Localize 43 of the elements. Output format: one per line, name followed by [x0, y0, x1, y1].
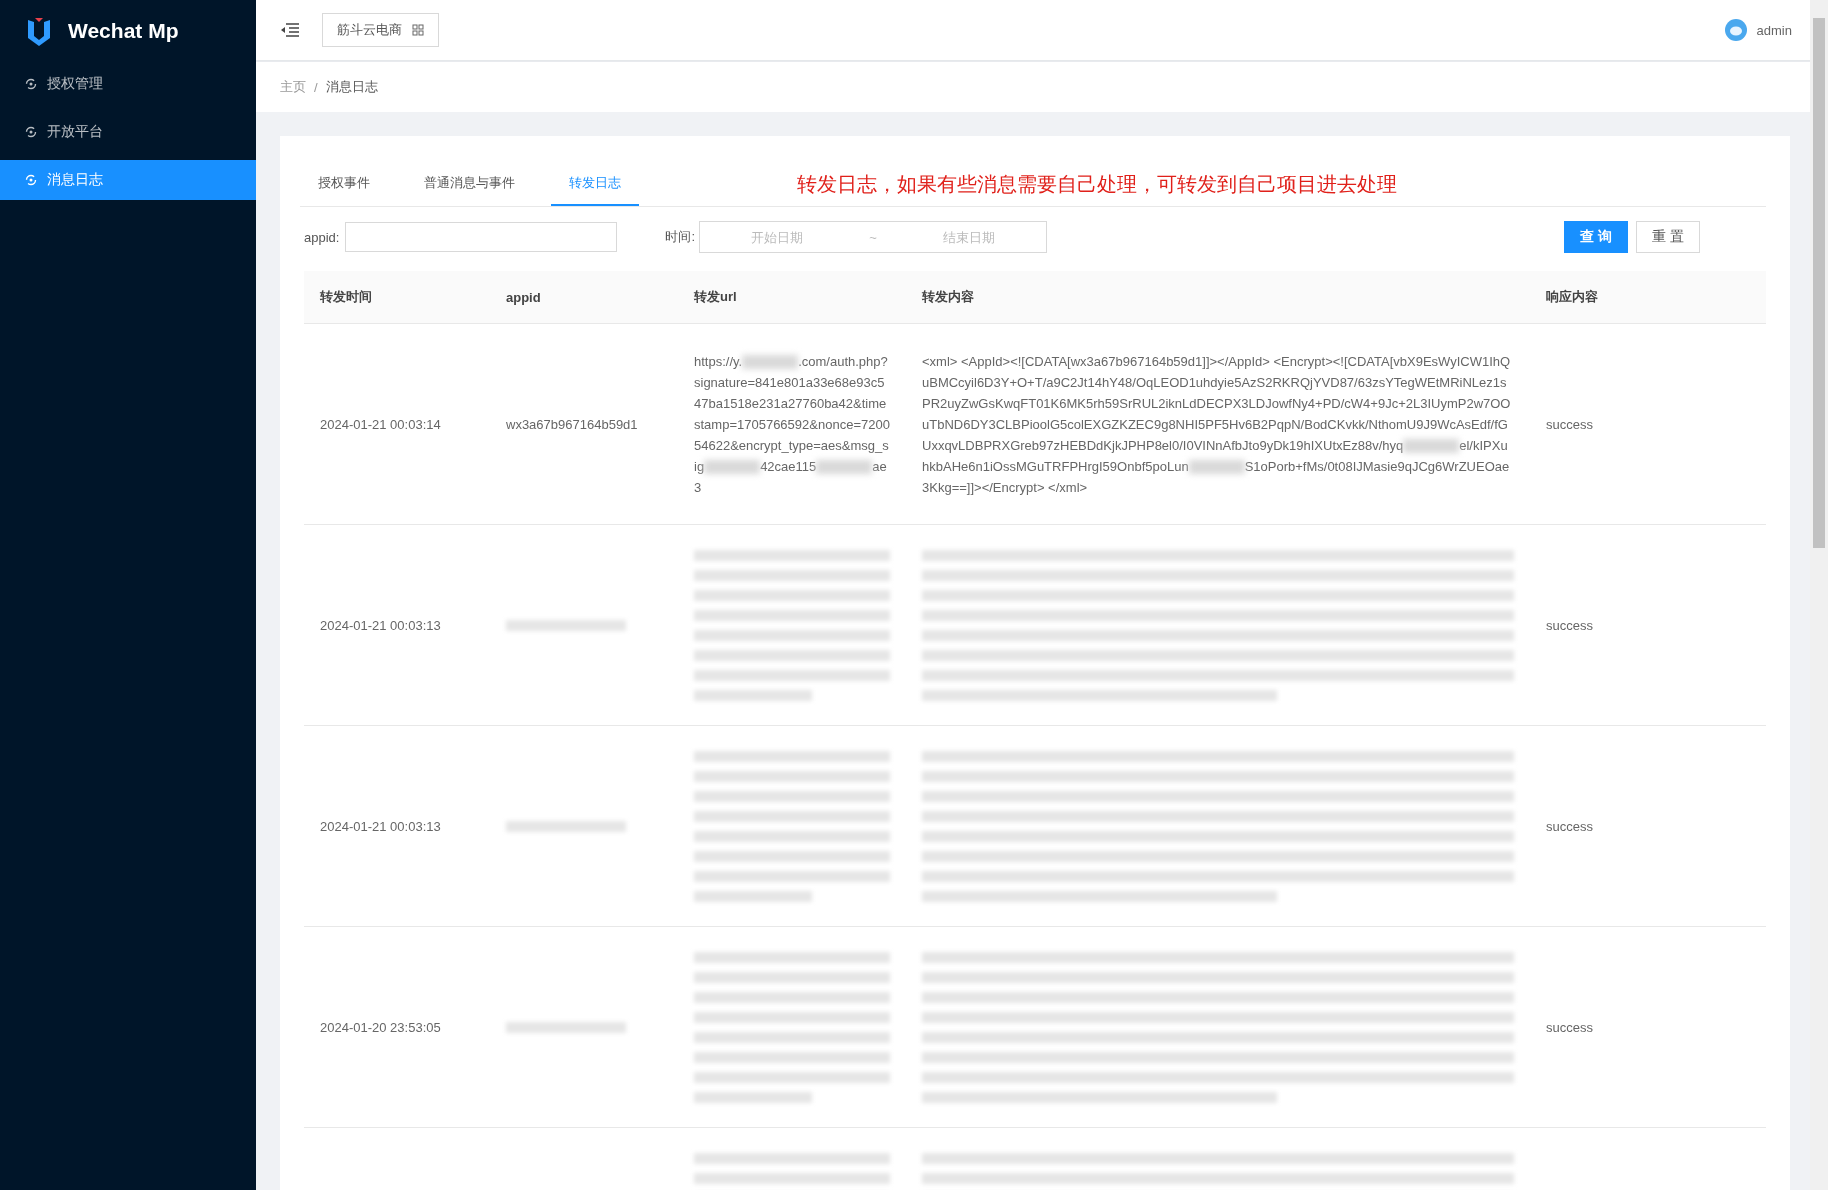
logo-icon [26, 16, 52, 46]
blurred-text [742, 355, 799, 370]
field-label: 时间: [665, 228, 696, 246]
breadcrumb-separator: / [314, 79, 318, 95]
table-cell: success [1530, 926, 1766, 1128]
table-cell: success [1530, 323, 1766, 525]
column-header: 转发时间 [304, 271, 490, 324]
grid-icon [412, 24, 424, 36]
appid-input[interactable] [345, 222, 618, 252]
breadcrumb-item: 消息日志 [325, 78, 378, 96]
blurred-text [1403, 439, 1460, 454]
blurred-text [1188, 460, 1245, 475]
column-header: 转发url [678, 271, 906, 324]
reset-button[interactable]: 重 置 [1636, 221, 1700, 253]
note-text: 转发日志，如果有些消息需要自己处理，可转发到自己项目进去处理 [797, 171, 1397, 197]
circle-arrows-icon [25, 126, 37, 138]
tab[interactable]: 普通消息与事件 [406, 162, 533, 206]
table-cell: success [1530, 725, 1766, 927]
table-cell: https://y. .com/auth.php?signature=841e801a33e68e93c547ba1518e231a27760ba42&timestamp=1705766592&nonce=720054622&encrypt_type=aes&msg_sig 42cae115 ae3 [678, 323, 906, 525]
project-selector[interactable]: 筋斗云电商 [322, 13, 439, 47]
table-cell: success [1530, 524, 1766, 726]
table-cell: 2024-01-21 00:03:13 [304, 725, 490, 927]
blurred-text [816, 460, 873, 475]
column-header: 转发内容 [906, 271, 1530, 324]
user-name[interactable]: admin [1756, 22, 1792, 38]
table-cell: 2024-01-21 00:03:14 [304, 323, 490, 525]
blurred-text [704, 460, 761, 475]
circle-arrows-icon [25, 174, 37, 186]
sidebar-item[interactable]: 开放平台 [0, 112, 256, 152]
app-title: Wechat Mp [68, 19, 179, 43]
table-cell: 2024-01-21 00:03:13 [304, 524, 490, 726]
tab[interactable]: 授权事件 [300, 162, 388, 206]
table-cell: <xml> <AppId><![CDATA[wx3a67b967164b59d1]]></AppId> <Encrypt><![CDATA[vbX9EsWyICW1IhQuBMCcyil6D3Y+O+T/a9C2Jt14hY48/OqLEOD1uhdyie5AzS2RKRQjYVD87/63zsYTegWEtMRiNLez1sPR2uyZwGsKwqFT01K6MK5rh59SrRUL2iknLdDECPX3LDJowfNy4+PD/cW4+9Jc+2L3IUymP2w7OOuTbND6DY3CLBPioolG5colEXGZKZEC9g8NHI5PF5Hv6B2PqpN/BodCKvkk/NthomU9J9WcAsEdf/fGUxxqvLDBPRXGreb97zHEBDdKjkJPHP8el0/I0VINnAfbJto9yDk19hIXUtxEz88v/hyq el/kIPXuhkbAHe6n1iOssMGuTRFPHrgI59Onbf5poLun S1oPorb+fMs/0t08IJMasie9qJCg6WrZUEOae3Kkg==]]></Encrypt> </xml> [906, 323, 1530, 525]
field-label: appid: [304, 229, 340, 245]
sidebar-item[interactable]: 授权管理 [0, 64, 256, 104]
menu-fold-icon [280, 22, 300, 38]
table-cell: 2024-01-20 23:53:05 [304, 926, 490, 1128]
circle-arrows-icon [25, 78, 37, 90]
table-cell: wx3a67b967164b59d1 [490, 323, 678, 525]
column-header: appid [490, 271, 678, 324]
column-header: 响应内容 [1530, 271, 1766, 324]
avatar-icon [1724, 19, 1747, 41]
range-separator: ~ [868, 229, 878, 245]
